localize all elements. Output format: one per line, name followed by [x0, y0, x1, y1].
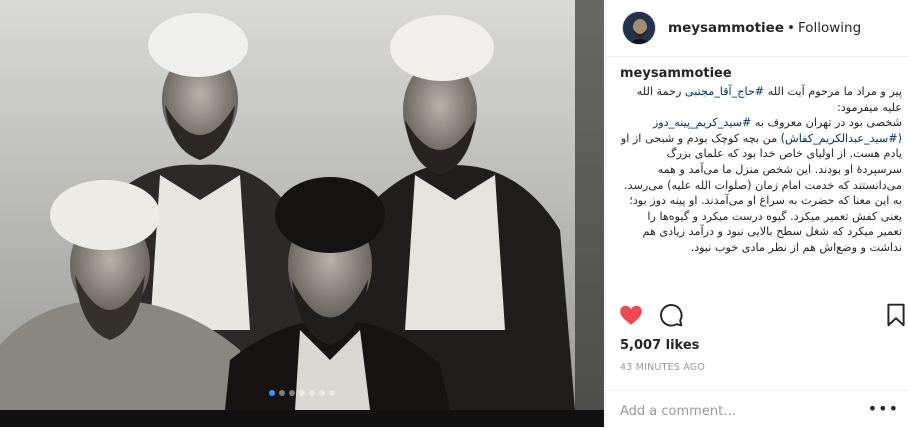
header-username[interactable]: meysammotiee	[668, 20, 784, 36]
carousel-dot[interactable]	[269, 390, 275, 396]
caption-username[interactable]: meysammotiee	[620, 66, 902, 81]
carousel-dot[interactable]	[309, 390, 315, 396]
caption: meysammotiee پیر و مراد ما مرحوم آیت الل…	[620, 66, 902, 302]
comment-row: •••	[606, 390, 908, 428]
comment-bubble-icon[interactable]	[658, 302, 684, 328]
post-timestamp[interactable]: 43 MINUTES AGO	[620, 362, 705, 373]
follow-status[interactable]: Following	[798, 20, 861, 36]
caption-text: پیر و مراد ما مرحوم آیت الله #حاج_آقا_مج…	[620, 84, 902, 256]
carousel-dot[interactable]	[329, 390, 335, 396]
comment-input[interactable]	[618, 399, 862, 423]
likes-count[interactable]: 5,007 likes	[620, 338, 699, 353]
header-text: meysammotiee • Following	[668, 20, 861, 36]
caption-line1-text: پیر و مراد ما مرحوم آیت الله	[764, 85, 902, 98]
caption-line2-text: شخصی بود در تهران معروف به	[751, 116, 902, 130]
post-photo[interactable]	[0, 0, 604, 410]
heart-filled-icon[interactable]	[618, 302, 644, 328]
caption-body-text: من بچه کوچک بودم و شبحی از او یادم هست. …	[620, 131, 902, 254]
post-photo-pane[interactable]	[0, 0, 604, 427]
carousel-dot[interactable]	[319, 390, 325, 396]
carousel-dot[interactable]	[279, 390, 285, 396]
avatar[interactable]	[622, 11, 656, 45]
bookmark-icon[interactable]	[883, 302, 908, 328]
hashtag-link[interactable]: #حاج_آقا_مجتبی	[685, 85, 764, 98]
carousel-dots	[0, 390, 604, 396]
more-options-button[interactable]: •••	[868, 401, 899, 417]
avatar-image	[623, 12, 655, 44]
header-separator: •	[786, 20, 795, 36]
post-sidebar: meysammotiee • Following meysammotiee پیر …	[605, 0, 908, 427]
post-header: meysammotiee • Following	[606, 0, 908, 57]
carousel-dot[interactable]	[299, 390, 305, 396]
hashtag-link[interactable]: #سید_کریم_پینه_دوز	[653, 116, 752, 129]
hashtag-link[interactable]: (#سید_عبدالکریم_کفاش)	[781, 132, 902, 145]
carousel-dot[interactable]	[289, 390, 295, 396]
action-bar	[606, 298, 908, 334]
